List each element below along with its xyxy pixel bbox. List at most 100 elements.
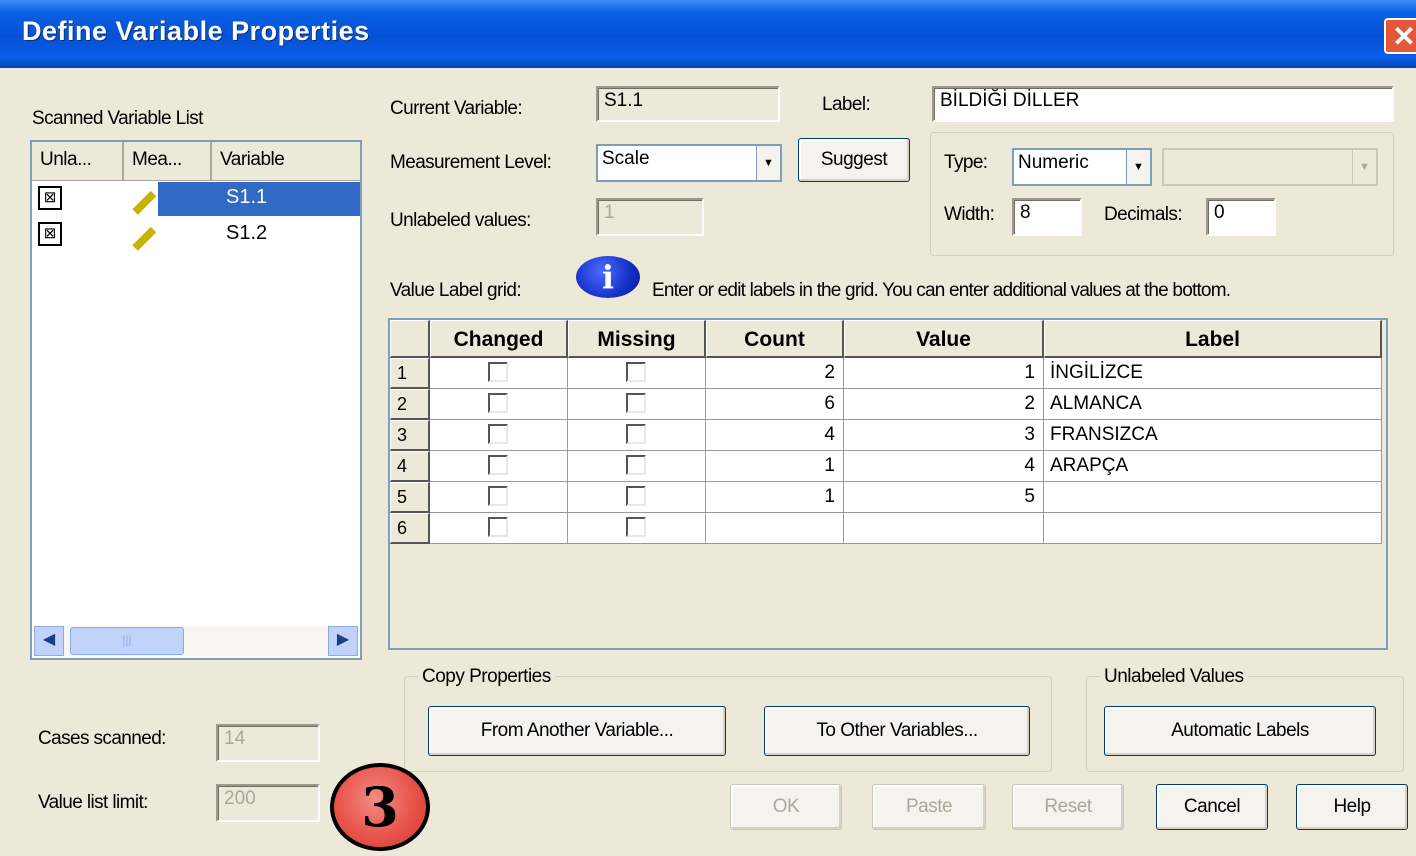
changed-checkbox[interactable] (488, 424, 508, 444)
count-cell: 4 (706, 420, 844, 451)
ruler-icon: ▬ (120, 179, 161, 219)
count-cell: 6 (706, 389, 844, 420)
variable-label-input[interactable]: BİLDİĞİ DİLLER (932, 86, 1394, 122)
label-cell[interactable] (1044, 513, 1382, 544)
count-cell: 1 (706, 482, 844, 513)
to-other-variables-button[interactable]: To Other Variables... (764, 706, 1030, 756)
missing-checkbox[interactable] (626, 455, 646, 475)
chevron-down-icon[interactable]: ▼ (756, 146, 780, 180)
row-number[interactable]: 5 (390, 482, 430, 513)
count-cell (706, 513, 844, 544)
missing-cell[interactable] (568, 513, 706, 544)
ok-button[interactable]: OK (730, 784, 842, 830)
changed-checkbox[interactable] (488, 486, 508, 506)
value-list-limit-field: 200 (216, 784, 320, 822)
type-value: Numeric (1018, 152, 1089, 173)
changed-cell[interactable] (430, 389, 568, 420)
changed-checkbox[interactable] (488, 393, 508, 413)
variable-row-s1-1[interactable]: ⊠ ▬ S1.1 (32, 179, 360, 219)
cancel-button[interactable]: Cancel (1156, 784, 1268, 830)
measurement-level-select[interactable]: Scale ▼ (596, 144, 782, 182)
title-bar[interactable]: Define Variable Properties ✕ (0, 0, 1416, 68)
define-variable-properties-dialog: Define Variable Properties ✕ Scanned Var… (0, 0, 1416, 856)
value-cell[interactable]: 3 (844, 420, 1044, 451)
column-measure[interactable]: Mea... (124, 142, 212, 180)
scroll-right-icon[interactable]: ▶ (328, 626, 358, 656)
cases-scanned-field: 14 (216, 724, 320, 762)
help-button[interactable]: Help (1296, 784, 1408, 830)
label-cell[interactable] (1044, 482, 1382, 513)
label-cell[interactable]: ARAPÇA (1044, 451, 1382, 482)
header-count[interactable]: Count (706, 320, 844, 358)
value-cell[interactable] (844, 513, 1044, 544)
value-cell[interactable]: 5 (844, 482, 1044, 513)
automatic-labels-button[interactable]: Automatic Labels (1104, 706, 1376, 756)
current-variable-label: Current Variable: (390, 98, 523, 119)
from-another-variable-button[interactable]: From Another Variable... (428, 706, 726, 756)
missing-cell[interactable] (568, 389, 706, 420)
changed-cell[interactable] (430, 420, 568, 451)
label-cell[interactable]: ALMANCA (1044, 389, 1382, 420)
type-select[interactable]: Numeric ▼ (1012, 148, 1152, 186)
chevron-down-icon: ▼ (1352, 150, 1376, 184)
row-number[interactable]: 1 (390, 358, 430, 389)
label-cell[interactable]: İNGİLİZCE (1044, 358, 1382, 389)
label-cell[interactable]: FRANSIZCA (1044, 420, 1382, 451)
missing-checkbox[interactable] (626, 393, 646, 413)
changed-checkbox[interactable] (488, 455, 508, 475)
row-number[interactable]: 3 (390, 420, 430, 451)
paste-button[interactable]: Paste (872, 784, 986, 830)
column-variable[interactable]: Variable (212, 142, 360, 180)
header-label[interactable]: Label (1044, 320, 1382, 358)
missing-checkbox[interactable] (626, 424, 646, 444)
horizontal-scrollbar[interactable]: ◀ ||| ▶ (34, 626, 358, 656)
missing-checkbox[interactable] (626, 486, 646, 506)
width-label: Width: (944, 204, 995, 225)
missing-checkbox[interactable] (626, 362, 646, 382)
width-input[interactable]: 8 (1012, 198, 1082, 236)
row-number[interactable]: 4 (390, 451, 430, 482)
unlabeled-values-field: 1 (596, 198, 704, 236)
value-list-limit-label: Value list limit: (38, 792, 148, 813)
changed-cell[interactable] (430, 358, 568, 389)
count-cell: 1 (706, 451, 844, 482)
value-cell[interactable]: 4 (844, 451, 1044, 482)
changed-cell[interactable] (430, 451, 568, 482)
value-cell[interactable]: 1 (844, 358, 1044, 389)
chevron-down-icon[interactable]: ▼ (1126, 150, 1150, 184)
suggest-button[interactable]: Suggest (798, 138, 910, 182)
column-unlabeled[interactable]: Unla... (32, 142, 124, 180)
info-icon: i (576, 256, 640, 298)
grid-corner-header (390, 320, 430, 358)
value-cell[interactable]: 2 (844, 389, 1044, 420)
row-number[interactable]: 2 (390, 389, 430, 420)
cases-scanned-label: Cases scanned: (38, 728, 166, 749)
ruler-icon: ▬ (120, 215, 161, 255)
decimals-input[interactable]: 0 (1206, 198, 1276, 236)
reset-button[interactable]: Reset (1012, 784, 1124, 830)
checkbox-x-icon: ⊠ (38, 222, 62, 246)
changed-cell[interactable] (430, 513, 568, 544)
missing-checkbox[interactable] (626, 517, 646, 537)
unlabeled-values-legend: Unlabeled Values (1100, 666, 1248, 688)
header-missing[interactable]: Missing (568, 320, 706, 358)
changed-cell[interactable] (430, 482, 568, 513)
value-label-grid[interactable]: Changed Missing Count Value Label 1 2 1 … (388, 318, 1388, 650)
label-caption: Label: (822, 94, 871, 115)
missing-cell[interactable] (568, 451, 706, 482)
changed-checkbox[interactable] (488, 362, 508, 382)
header-changed[interactable]: Changed (430, 320, 568, 358)
decimals-label: Decimals: (1104, 204, 1183, 225)
variable-row-s1-2[interactable]: ⊠ ▬ S1.2 (32, 215, 360, 255)
scanned-variable-list[interactable]: Unla... Mea... Variable ⊠ ▬ S1.1 ⊠ ▬ S1.… (30, 140, 362, 660)
scroll-left-icon[interactable]: ◀ (34, 626, 64, 656)
missing-cell[interactable] (568, 420, 706, 451)
type-label: Type: (944, 152, 988, 173)
row-number[interactable]: 6 (390, 513, 430, 544)
changed-checkbox[interactable] (488, 517, 508, 537)
missing-cell[interactable] (568, 358, 706, 389)
header-value[interactable]: Value (844, 320, 1044, 358)
scrollbar-thumb[interactable]: ||| (70, 627, 184, 655)
close-icon[interactable]: ✕ (1384, 18, 1416, 54)
missing-cell[interactable] (568, 482, 706, 513)
